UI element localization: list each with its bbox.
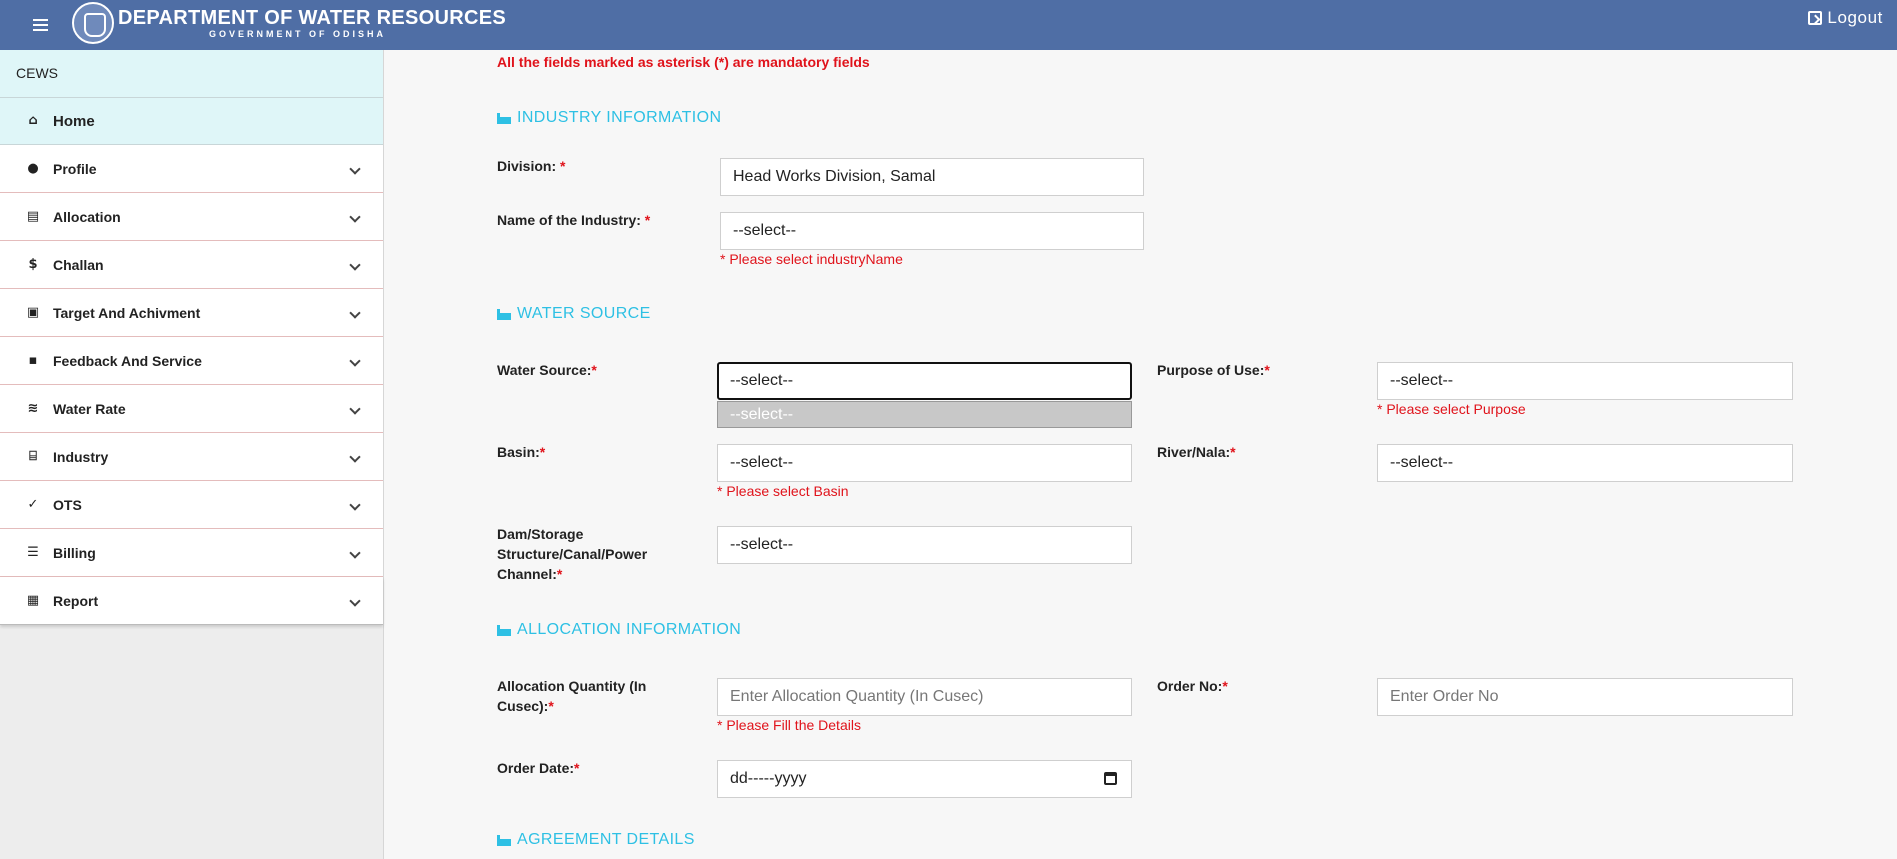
dam-storage-select[interactable]: --select-- [717,526,1132,564]
factory-icon [497,624,511,636]
sidebar-item-label: Billing [53,544,96,561]
factory-icon [497,308,511,320]
sidebar-item-label: Target And Achivment [53,304,201,321]
section-agreement-details: AGREEMENT DETAILS [497,831,695,849]
mandatory-note: All the fields marked as asterisk (*) ar… [497,54,870,70]
sidebar: CEWS ⌂ Home ● Profile ▤ Allocation $ Cha… [0,50,384,859]
odisha-emblem-logo [72,2,114,44]
section-title: INDUSTRY INFORMATION [517,109,722,126]
order-no-label: Order No:* [1157,678,1228,694]
division-field[interactable]: Head Works Division, Samal [720,158,1144,196]
chevron-down-icon [349,307,361,319]
division-label: Division: * [497,158,566,174]
basin-label: Basin:* [497,444,546,460]
basin-select[interactable]: --select-- [717,444,1132,482]
top-header: DEPARTMENT OF WATER RESOURCES GOVERNMENT… [0,0,1897,50]
order-date-label: Order Date:* [497,760,580,776]
sidebar-item-label: Profile [53,160,97,177]
sidebar-item-water-rate[interactable]: ≋ Water Rate [0,385,383,433]
chevron-down-icon [349,211,361,223]
logout-button[interactable]: Logout [1808,8,1883,28]
sidebar-item-feedback-and-service[interactable]: ▪ Feedback And Service [0,337,383,385]
water-source-select[interactable]: --select-- [717,362,1132,400]
chevron-down-icon [349,547,361,559]
document-icon: ▤ [26,208,40,224]
industry-name-label: Name of the Industry: * [497,212,651,228]
basin-error: * Please select Basin [717,483,849,499]
sidebar-item-target-and-achivment[interactable]: ▣ Target And Achivment [0,289,383,337]
chevron-down-icon [349,451,361,463]
sidebar-item-industry[interactable]: ⌸ Industry [0,433,383,481]
library-icon: ▦ [26,592,40,608]
app-title: DEPARTMENT OF WATER RESOURCES [118,7,506,29]
allocation-quantity-input[interactable]: Enter Allocation Quantity (In Cusec) [717,678,1132,716]
logout-label: Logout [1827,8,1883,27]
app-subtitle: GOVERNMENT OF ODISHA [209,29,387,39]
sidebar-item-ots[interactable]: ✓ OTS [0,481,383,529]
order-no-input[interactable]: Enter Order No [1377,678,1793,716]
sidebar-item-report[interactable]: ▦ Report [0,577,383,625]
factory-icon [497,834,511,846]
dam-storage-label: Dam/Storage Structure/Canal/Power Channe… [497,526,648,582]
chevron-down-icon [349,355,361,367]
sidebar-item-label: Challan [53,256,104,273]
chevron-down-icon [349,403,361,415]
feedback-icon: ▪ [28,352,38,368]
section-title: AGREEMENT DETAILS [517,831,695,848]
main-content: All the fields marked as asterisk (*) ar… [385,50,1897,859]
chevron-down-icon [349,163,361,175]
sidebar-item-label: Water Rate [53,400,126,417]
sidebar-item-label: Home [53,112,95,130]
section-title: ALLOCATION INFORMATION [517,621,742,638]
water-source-option-highlighted[interactable]: --select-- [717,401,1132,428]
user-circle-icon: ● [27,160,39,176]
calendar-icon[interactable] [1104,772,1117,785]
logout-icon [1808,11,1823,25]
allocation-quantity-error: * Please Fill the Details [717,717,861,733]
industry-name-error: * Please select industryName [720,251,903,267]
chevron-down-icon [349,595,361,607]
sidebar-item-challan[interactable]: $ Challan [0,241,383,289]
sidebar-item-label: Feedback And Service [53,352,202,369]
allocation-quantity-label: Allocation Quantity (In Cusec):* [497,678,647,714]
water-source-label: Water Source:* [497,362,597,378]
purpose-select[interactable]: --select-- [1377,362,1793,400]
sidebar-item-home[interactable]: ⌂ Home [0,97,383,145]
chevron-down-icon [349,259,361,271]
section-water-source: WATER SOURCE [497,305,651,323]
chevron-down-icon [349,499,361,511]
sidebar-heading: CEWS [0,50,383,97]
river-nala-label: River/Nala:* [1157,444,1236,460]
sidebar-item-label: Report [53,592,99,609]
sidebar-item-profile[interactable]: ● Profile [0,145,383,193]
section-allocation-information: ALLOCATION INFORMATION [497,621,741,639]
purpose-error: * Please select Purpose [1377,401,1526,417]
order-date-input[interactable]: dd-----yyyy [717,760,1132,798]
briefcase-icon: ▣ [26,304,40,320]
section-title: WATER SOURCE [517,305,651,322]
river-nala-select[interactable]: --select-- [1377,444,1793,482]
sidebar-item-label: Industry [53,448,109,465]
factory-icon [497,112,511,124]
purpose-label: Purpose of Use:* [1157,362,1270,378]
dollar-icon: $ [28,256,38,272]
home-icon: ⌂ [28,113,38,128]
sidebar-item-label: OTS [53,496,82,513]
sidebar-item-label: Allocation [53,208,121,225]
order-date-value: dd-----yyyy [730,770,807,787]
waves-icon: ≋ [27,400,39,416]
sidebar-item-billing[interactable]: ☰ Billing [0,529,383,577]
hamburger-menu-icon[interactable] [28,13,52,37]
bank-icon: ⌸ [29,448,37,464]
industry-name-select[interactable]: --select-- [720,212,1144,250]
check-icon: ✓ [27,496,39,512]
list-icon: ☰ [27,544,39,560]
section-industry-information: INDUSTRY INFORMATION [497,109,721,127]
sidebar-item-allocation[interactable]: ▤ Allocation [0,193,383,241]
